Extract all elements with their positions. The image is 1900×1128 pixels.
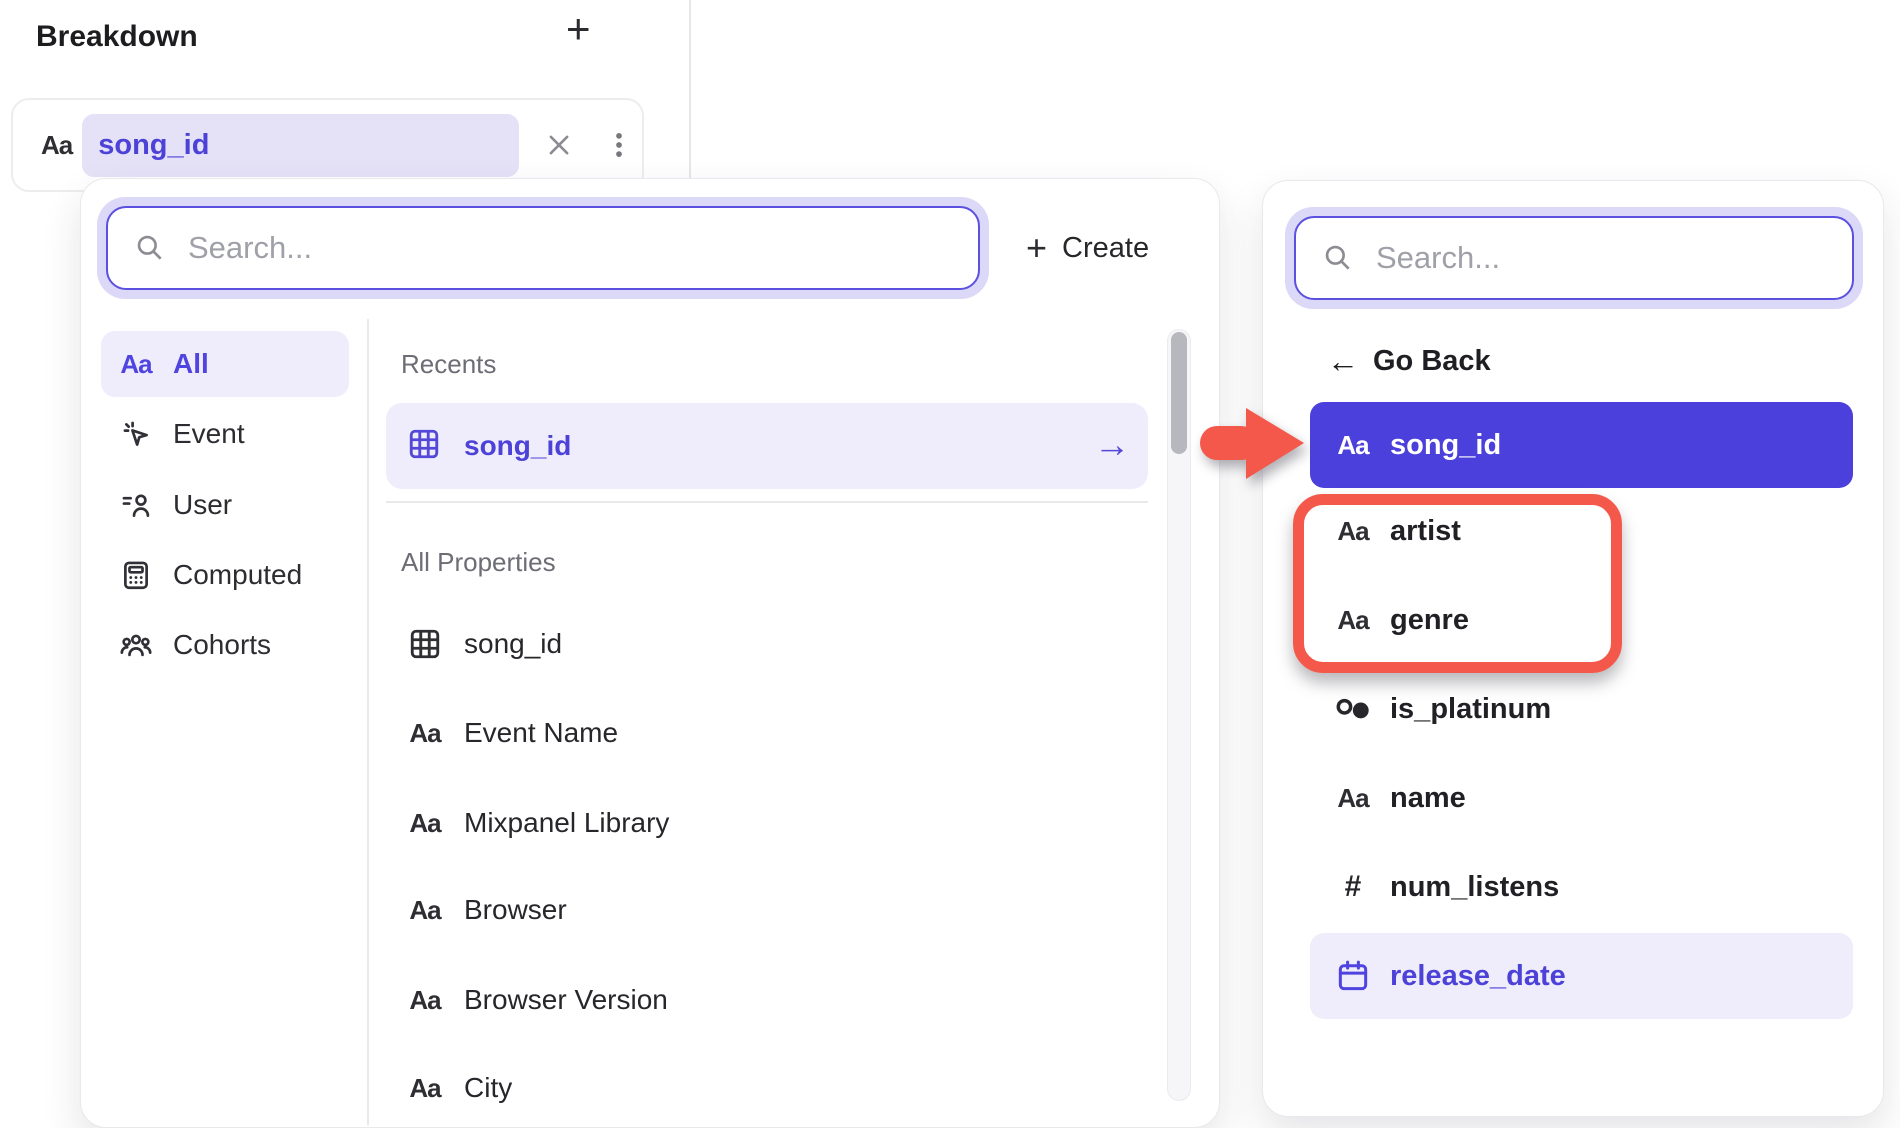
category-event[interactable]: Event [101,401,349,467]
arrow-right-icon[interactable]: → [1094,423,1130,465]
text-type-icon: Aa [117,349,155,380]
number-type-icon: # [1331,870,1375,904]
property-row-city[interactable]: Aa City [386,1057,1148,1119]
nested-row-song-id[interactable]: Aa song_id [1310,402,1853,488]
sidebar-divider [367,319,369,1125]
search-icon [134,232,166,264]
calculator-icon [117,558,155,592]
text-type-icon: Aa [404,1073,446,1104]
kebab-menu-icon [605,129,633,161]
table-grid-icon [404,626,446,662]
breakdown-title: Breakdown [36,20,198,54]
close-icon [545,131,573,159]
recents-header: Recents [401,349,496,380]
nested-row-name[interactable]: Aa name [1310,755,1853,841]
category-computed[interactable]: Computed [101,542,349,608]
category-all[interactable]: Aa All [101,331,349,397]
breakdown-chip-value[interactable]: song_id [82,114,519,177]
search-input[interactable] [186,229,781,267]
chip-value-label: song_id [98,129,209,162]
nested-row-is-platinum[interactable]: is_platinum [1310,666,1853,752]
search-icon [1322,242,1354,274]
go-back-button[interactable]: ← Go Back [1321,333,1491,389]
all-properties-header: All Properties [401,547,556,578]
text-type-icon: Aa [404,718,446,749]
nested-row-num-listens[interactable]: # num_listens [1310,844,1853,930]
nested-property-picker-popup: ← Go Back Aa song_id Aa artist Aa genre … [1262,180,1884,1117]
text-type-icon: Aa [41,130,72,161]
remove-breakdown-button[interactable] [544,130,574,160]
text-type-icon: Aa [1331,783,1375,814]
boolean-type-icon [1331,690,1375,728]
category-user[interactable]: User [101,472,349,538]
text-type-icon: Aa [1331,605,1375,636]
text-type-icon: Aa [404,895,446,926]
table-grid-icon [406,426,442,467]
property-row-browser-version[interactable]: Aa Browser Version [386,969,1148,1031]
property-picker-popup: + Create Aa All Event User Computed [80,178,1220,1128]
chip-menu-button[interactable] [604,128,634,162]
create-button[interactable]: + Create [1026,221,1149,275]
add-breakdown-button[interactable]: + [566,8,591,50]
property-row-mixpanel-library[interactable]: Aa Mixpanel Library [386,792,1148,854]
property-row-browser[interactable]: Aa Browser [386,879,1148,941]
nested-row-artist[interactable]: Aa artist [1310,488,1853,574]
scrollbar-thumb[interactable] [1171,332,1187,454]
search-input[interactable] [1374,239,1749,277]
cohorts-people-icon [117,628,155,662]
plus-icon: + [1026,230,1047,266]
arrow-left-icon: ← [1327,343,1359,380]
nested-row-release-date[interactable]: release_date [1310,933,1853,1019]
text-type-icon: Aa [1331,516,1375,547]
category-cohorts[interactable]: Cohorts [101,612,349,678]
calendar-icon [1331,957,1375,995]
screen: Breakdown + Aa song_id + Create Aa All [0,0,1900,1128]
text-type-icon: Aa [404,985,446,1016]
search-field-wrap [97,197,989,299]
nested-row-genre[interactable]: Aa genre [1310,577,1853,663]
section-divider [386,501,1148,503]
event-cursor-icon [117,417,155,451]
text-type-icon: Aa [1331,430,1375,461]
recent-item-song-id[interactable]: song_id → [386,403,1148,489]
property-row-song-id[interactable]: song_id [386,613,1148,675]
text-type-icon: Aa [404,808,446,839]
search-field-wrap [1285,207,1863,309]
property-row-event-name[interactable]: Aa Event Name [386,702,1148,764]
user-icon [117,488,155,522]
scrollbar-track[interactable] [1167,329,1191,1101]
